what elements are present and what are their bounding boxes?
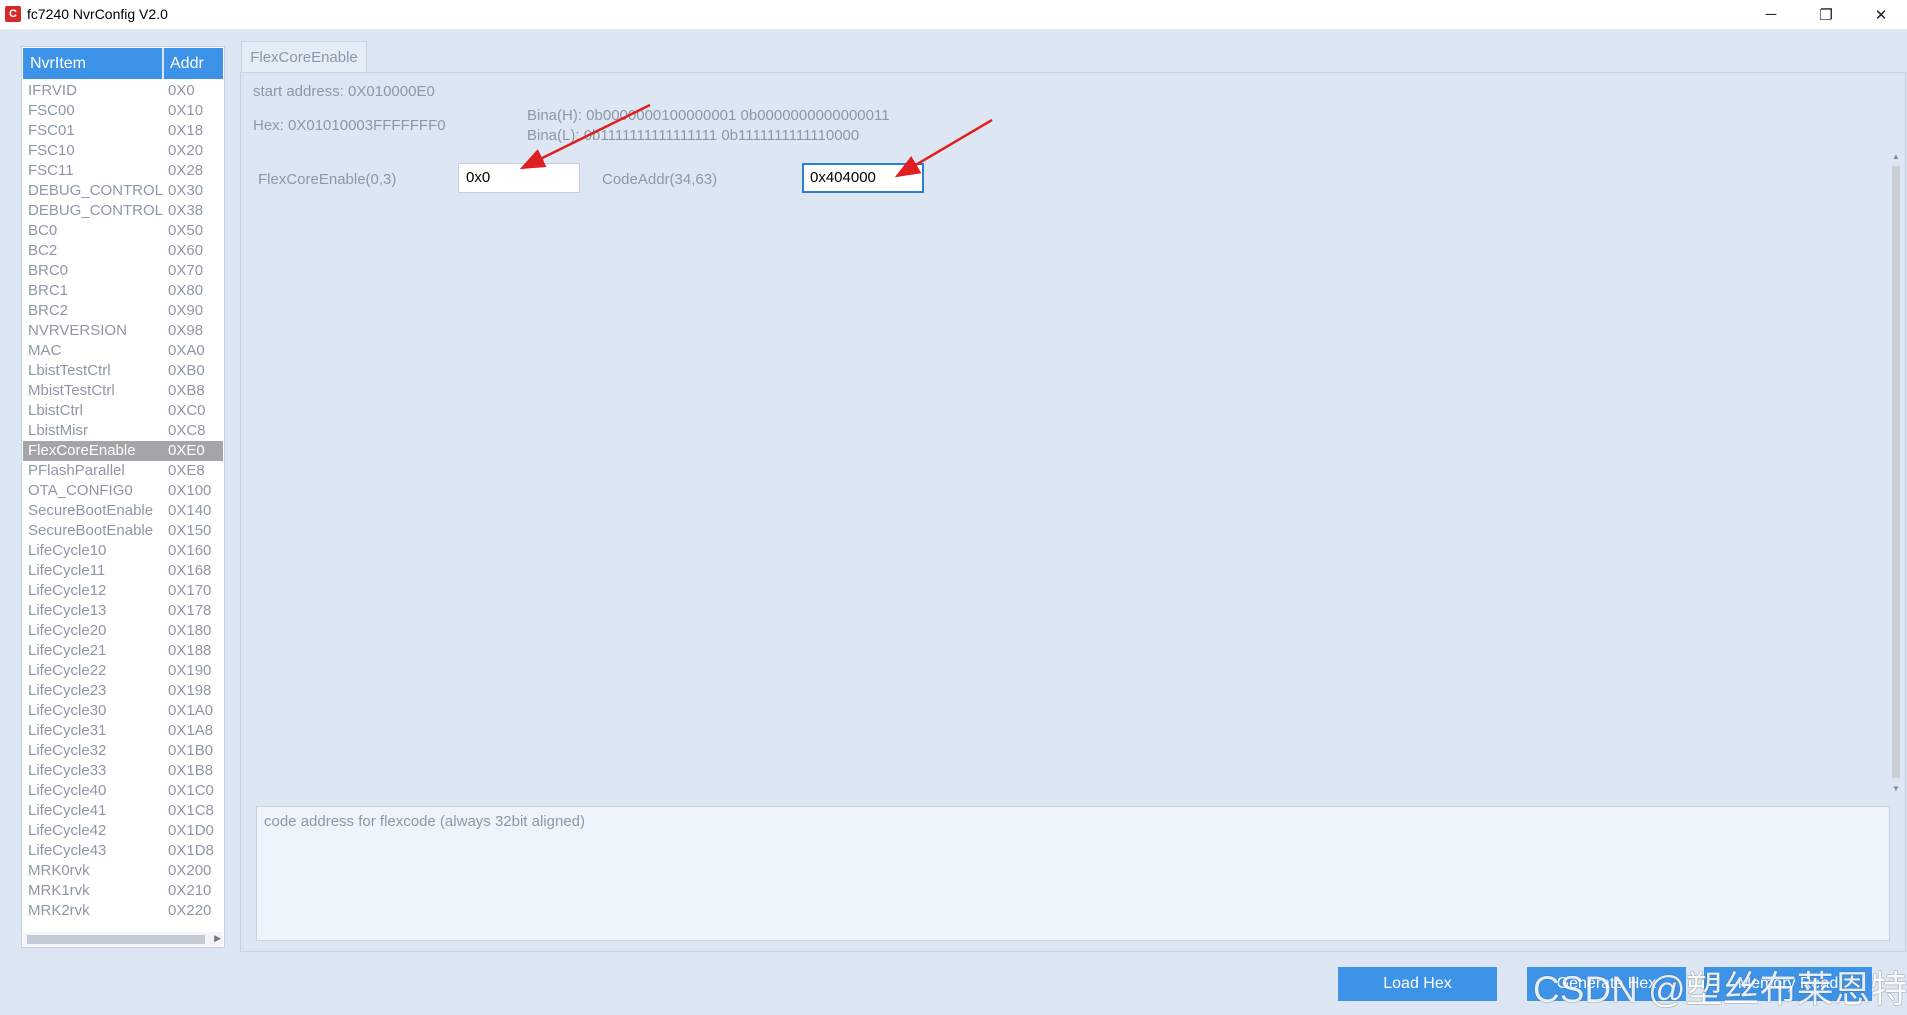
annotation-arrow [519, 103, 651, 170]
annotation-arrow [894, 118, 993, 178]
watermark-text: CSDN @塑丝布莱恩特 [1533, 969, 1907, 1010]
annotation-arrows [519, 103, 993, 178]
